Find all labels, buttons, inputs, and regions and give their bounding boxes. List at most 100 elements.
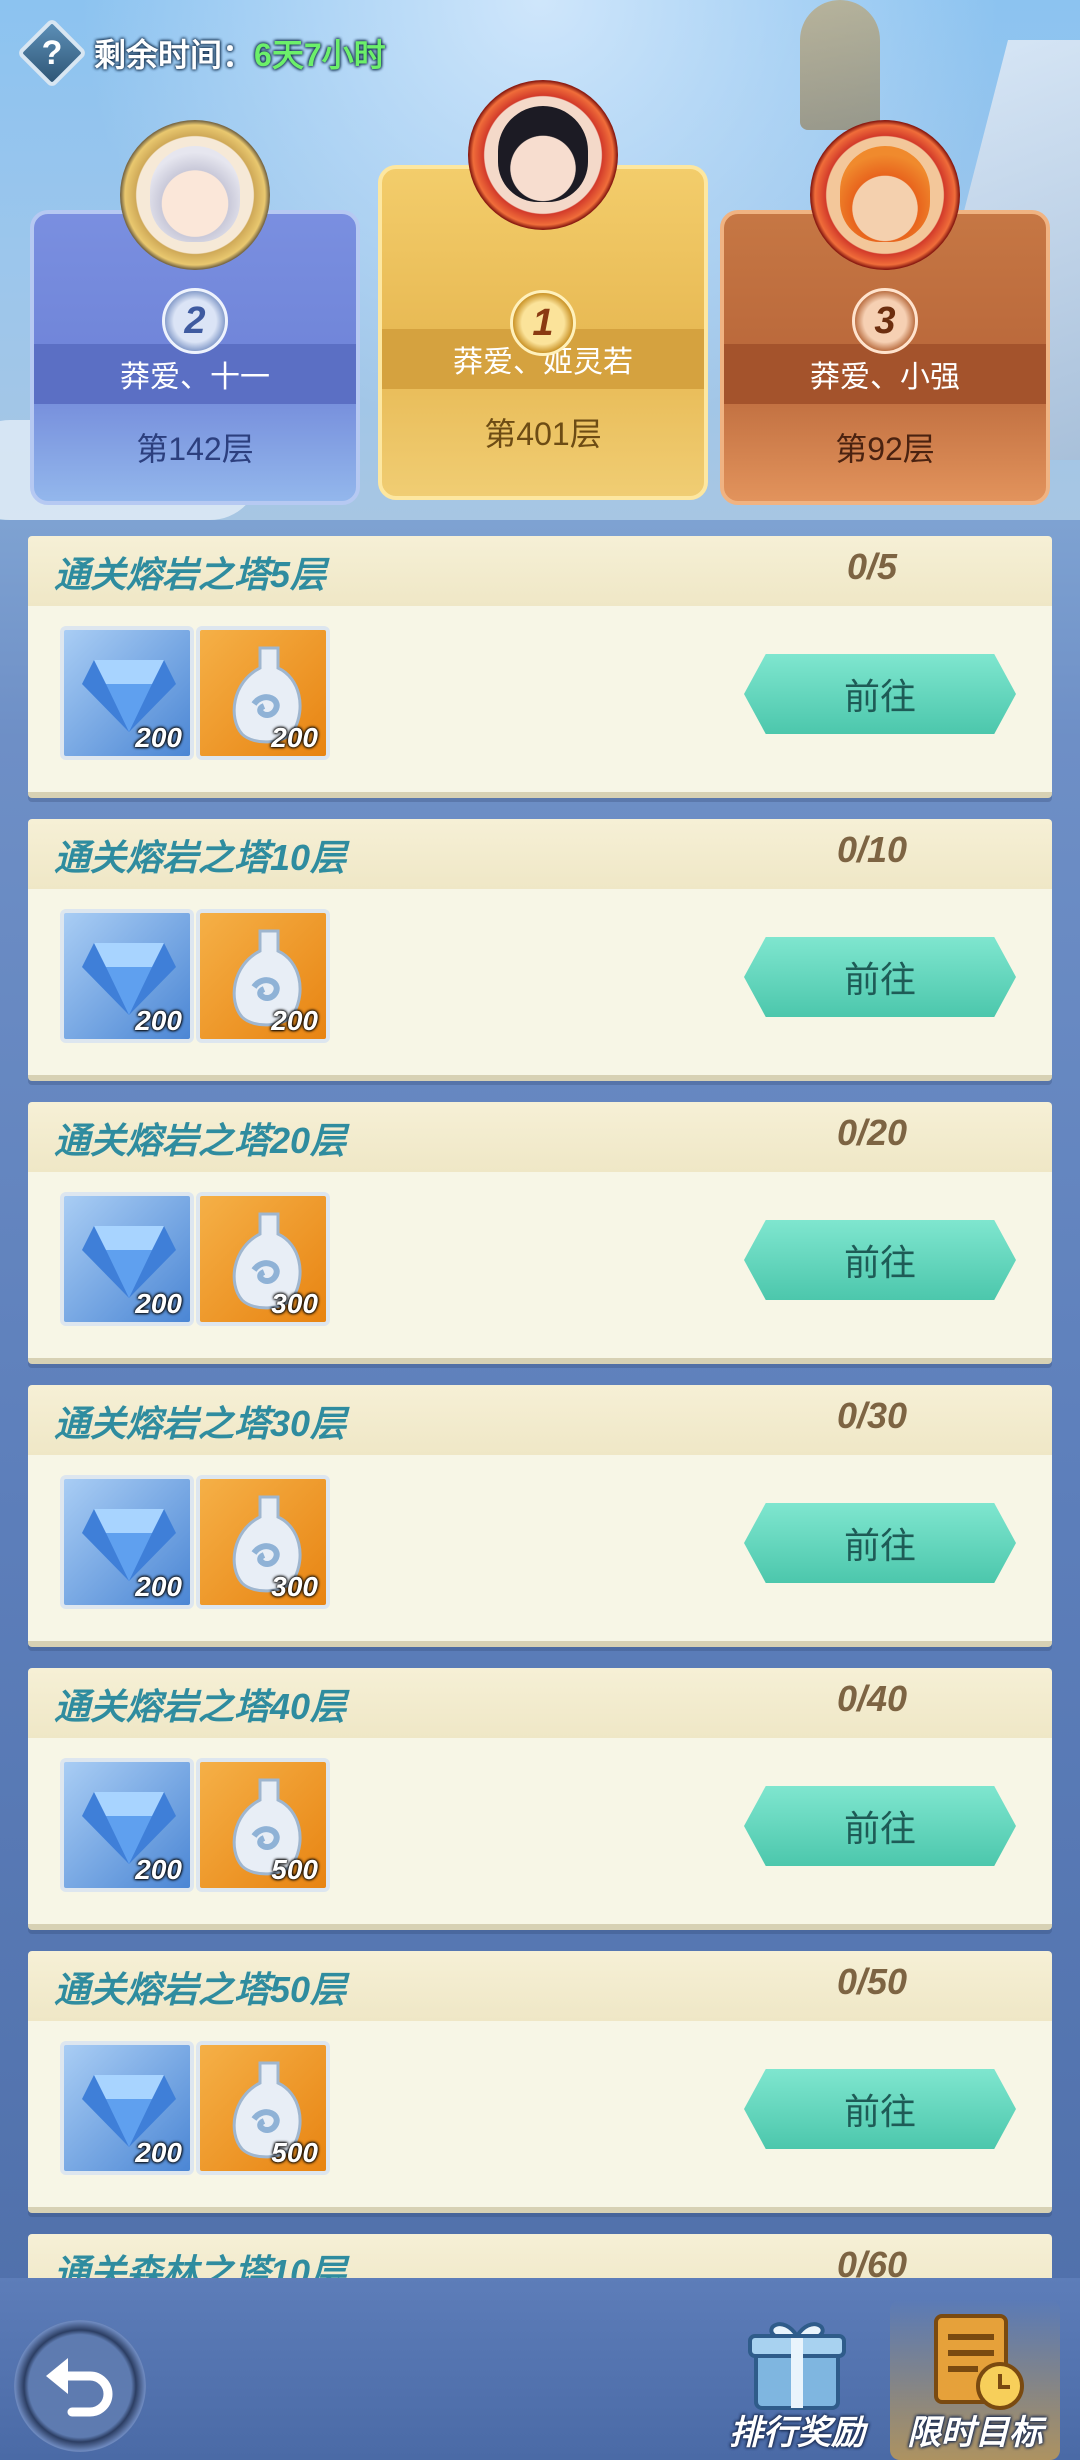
diamond-gem-icon — [82, 943, 176, 1015]
task-title: 通关熔岩之塔10层 — [54, 837, 347, 878]
task-body: 200 300 前往 — [28, 1172, 1052, 1364]
reward-diamond[interactable]: 200 — [60, 1192, 194, 1326]
reward-bottle[interactable]: 500 — [196, 2041, 330, 2175]
reward-quantity: 300 — [271, 1288, 318, 1319]
task-header: 通关熔岩之塔40层 0/40 — [28, 1668, 1052, 1738]
task-header: 通关熔岩之塔10层 0/10 — [28, 819, 1052, 889]
scroll-clock-icon — [934, 2314, 1024, 2410]
leaderboard-rank-2[interactable]: 莽爱、十一 第142层 2 — [30, 120, 360, 505]
task-progress: 0/5 — [846, 546, 898, 587]
task-body: 200 300 前往 — [28, 1455, 1052, 1647]
reward-quantity: 200 — [271, 1005, 318, 1036]
help-button[interactable]: ? — [16, 17, 88, 89]
reward-diamond[interactable]: 200 — [60, 2041, 194, 2175]
question-mark-icon: ? — [41, 33, 63, 72]
rank-medal-icon: 2 — [162, 288, 228, 354]
diamond-gem-icon — [82, 1792, 176, 1864]
task-item: 通关熔岩之塔5层 0/5 200 200 前往 — [28, 536, 1052, 798]
task-item: 通关熔岩之塔10层 0/10 200 200 前往 — [28, 819, 1052, 1081]
reward-diamond[interactable]: 200 — [60, 626, 194, 760]
diamond-gem-icon — [82, 660, 176, 732]
reward-quantity: 200 — [135, 722, 182, 753]
reward-bottle[interactable]: 200 — [196, 909, 330, 1043]
reward-quantity: 200 — [135, 2137, 182, 2168]
task-body: 200 500 前往 — [28, 1738, 1052, 1930]
reward-quantity: 200 — [135, 1005, 182, 1036]
reward-bottle[interactable]: 500 — [196, 1758, 330, 1892]
go-button[interactable]: 前往 — [744, 1220, 1016, 1300]
avatar — [120, 120, 270, 270]
player-floor: 第92层 — [835, 431, 935, 467]
task-title: 通关森林之塔10层 — [54, 2252, 347, 2278]
task-title: 通关熔岩之塔20层 — [54, 1120, 347, 1161]
remaining-time-value: 6天7小时 — [254, 37, 386, 73]
task-header: 通关森林之塔10层 0/60 — [28, 2234, 1052, 2278]
back-button[interactable] — [14, 2320, 146, 2452]
reward-quantity: 200 — [135, 1854, 182, 1885]
avatar-portrait — [150, 146, 240, 242]
player-floor: 第142层 — [136, 431, 254, 467]
task-item: 通关森林之塔10层 0/60 — [28, 2234, 1052, 2278]
gift-box-icon — [748, 2322, 846, 2410]
task-item: 通关熔岩之塔30层 0/30 200 300 前往 — [28, 1385, 1052, 1647]
task-progress: 0/10 — [836, 829, 908, 870]
avatar-portrait — [840, 146, 930, 242]
remaining-time-label: 剩余时间： — [94, 37, 255, 73]
reward-quantity: 500 — [271, 2137, 318, 2168]
reward-quantity: 200 — [135, 1288, 182, 1319]
task-body: 200 200 前往 — [28, 606, 1052, 798]
go-button[interactable]: 前往 — [744, 2069, 1016, 2149]
go-button[interactable]: 前往 — [744, 937, 1016, 1017]
reward-diamond[interactable]: 200 — [60, 1758, 194, 1892]
limited-goals-label: 限时目标 — [907, 2414, 1043, 2452]
go-button[interactable]: 前往 — [744, 654, 1016, 734]
task-item: 通关熔岩之塔40层 0/40 200 500 前往 — [28, 1668, 1052, 1930]
avatar — [810, 120, 960, 270]
reward-bottle[interactable]: 200 — [196, 626, 330, 760]
reward-bottle[interactable]: 300 — [196, 1192, 330, 1326]
go-button[interactable]: 前往 — [744, 1786, 1016, 1866]
reward-diamond[interactable]: 200 — [60, 1475, 194, 1609]
diamond-gem-icon — [82, 1226, 176, 1298]
leaderboard-rank-1[interactable]: 莽爱、姬灵若 第401层 1 — [378, 80, 708, 500]
rank-medal-icon: 3 — [852, 288, 918, 354]
reward-quantity: 300 — [271, 1571, 318, 1602]
task-body: 200 500 前往 — [28, 2021, 1052, 2213]
task-title: 通关熔岩之塔5层 — [54, 554, 327, 595]
reward-quantity: 200 — [271, 722, 318, 753]
go-button[interactable]: 前往 — [744, 1503, 1016, 1583]
task-header: 通关熔岩之塔5层 0/5 — [28, 536, 1052, 606]
task-header: 通关熔岩之塔50层 0/50 — [28, 1951, 1052, 2021]
rank-rewards-label: 排行奖励 — [729, 2414, 865, 2452]
avatar-portrait — [498, 106, 588, 202]
task-progress: 0/40 — [836, 1678, 908, 1719]
limited-goals-tab[interactable]: 限时目标 — [890, 2300, 1060, 2460]
diamond-gem-icon — [82, 2075, 176, 2147]
task-progress: 0/30 — [836, 1395, 908, 1436]
task-list[interactable]: 通关熔岩之塔5层 0/5 200 200 前往 通关熔岩之塔10层 0/10 2… — [0, 530, 1080, 2278]
back-arrow-icon — [46, 2358, 113, 2417]
reward-quantity: 500 — [271, 1854, 318, 1885]
task-header: 通关熔岩之塔20层 0/20 — [28, 1102, 1052, 1172]
reward-quantity: 200 — [135, 1571, 182, 1602]
task-progress: 0/20 — [836, 1112, 908, 1153]
task-item: 通关熔岩之塔50层 0/50 200 500 前往 — [28, 1951, 1052, 2213]
leaderboard-rank-3[interactable]: 莽爱、小强 第92层 3 — [720, 120, 1050, 505]
rank-medal-icon: 1 — [510, 290, 576, 356]
task-title: 通关熔岩之塔40层 — [54, 1686, 347, 1727]
reward-diamond[interactable]: 200 — [60, 909, 194, 1043]
tower-decoration — [800, 0, 880, 130]
task-item: 通关熔岩之塔20层 0/20 200 300 前往 — [28, 1102, 1052, 1364]
task-progress: 0/60 — [836, 2244, 908, 2278]
task-progress: 0/50 — [836, 1961, 908, 2002]
diamond-gem-icon — [82, 1509, 176, 1581]
player-floor: 第401层 — [484, 416, 602, 452]
avatar — [468, 80, 618, 230]
rank-rewards-tab[interactable]: 排行奖励 — [712, 2300, 882, 2460]
reward-bottle[interactable]: 300 — [196, 1475, 330, 1609]
remaining-time: ? 剩余时间： 6天7小时 — [16, 17, 386, 89]
task-title: 通关熔岩之塔30层 — [54, 1403, 347, 1444]
task-header: 通关熔岩之塔30层 0/30 — [28, 1385, 1052, 1455]
task-body: 200 200 前往 — [28, 889, 1052, 1081]
task-title: 通关熔岩之塔50层 — [54, 1969, 347, 2010]
